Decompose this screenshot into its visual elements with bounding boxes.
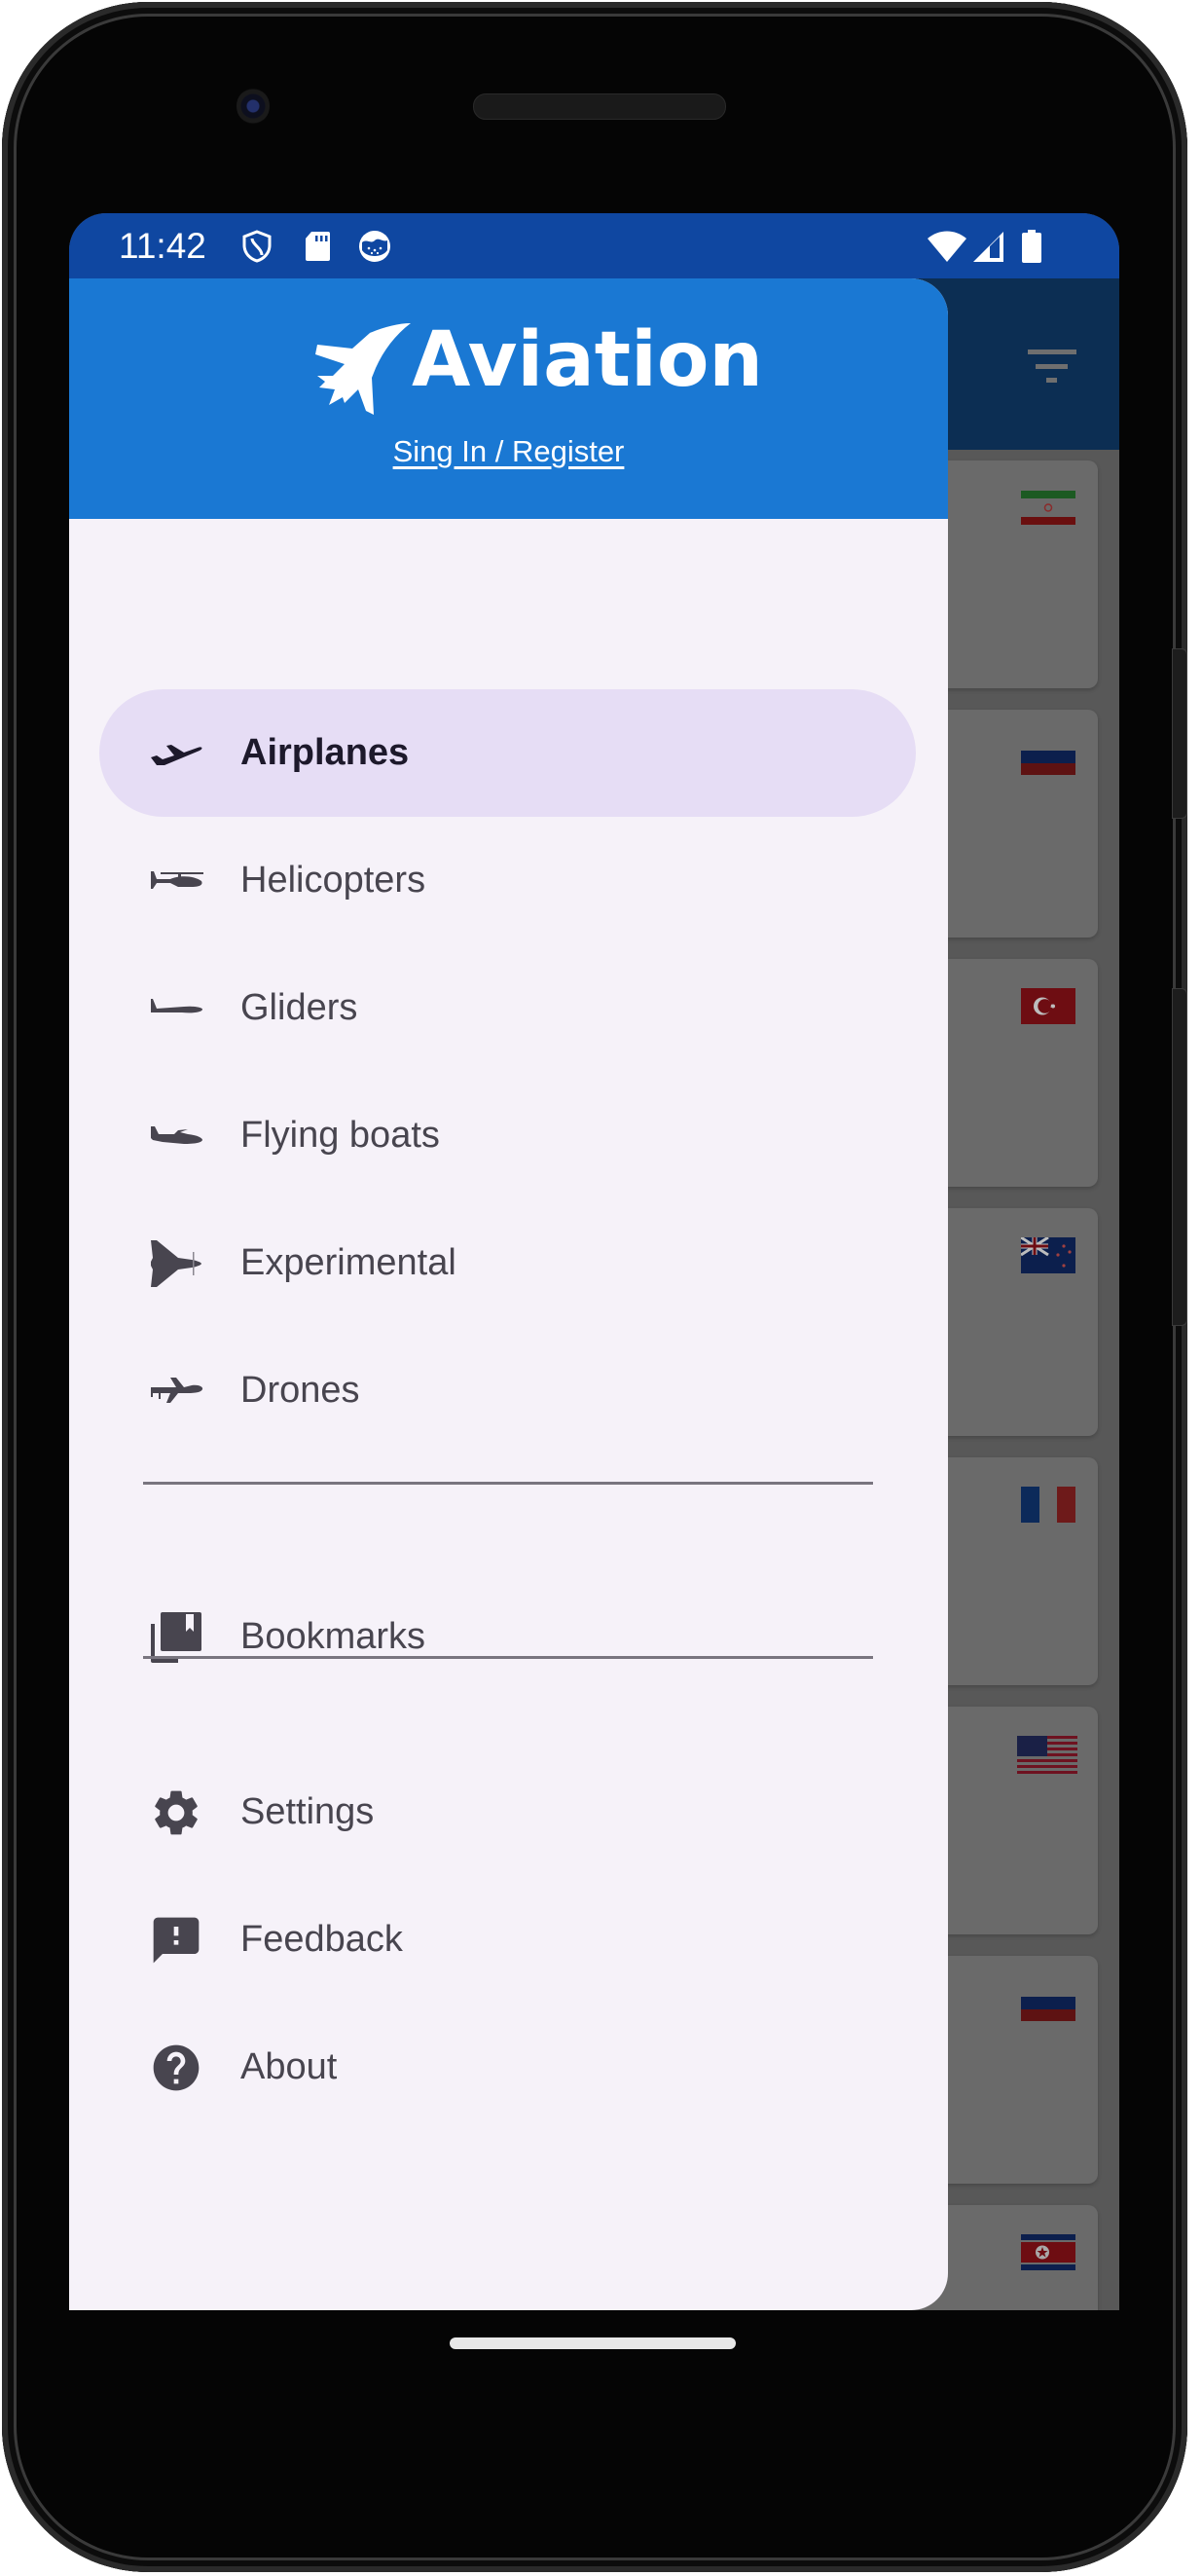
nav-item-label: About xyxy=(240,2046,338,2087)
nav-item-label: Airplanes xyxy=(240,732,410,773)
divider xyxy=(143,1482,873,1485)
nav-item-label: Feedback xyxy=(240,1919,403,1960)
nav-item-label: Flying boats xyxy=(240,1115,440,1156)
screen: 11:42 Aviation Sing In / Register Airpla… xyxy=(69,213,1119,2310)
status-time: 11:42 xyxy=(119,226,206,266)
nav-item-gliders[interactable]: Gliders xyxy=(99,944,916,1072)
nav-item-label: Helicopters xyxy=(240,860,426,901)
signin-register-link[interactable]: Sing In / Register xyxy=(69,434,948,469)
nav-item-experimental[interactable]: Experimental xyxy=(99,1199,916,1327)
globe-icon xyxy=(359,231,390,262)
home-gesture-bar[interactable] xyxy=(450,2337,736,2349)
country-flag-united-states xyxy=(1017,1736,1077,1775)
power-button xyxy=(1172,648,1187,819)
divider xyxy=(143,1656,873,1659)
nav-item-bookmarks[interactable]: Bookmarks xyxy=(99,1573,916,1701)
wifi-icon xyxy=(928,231,966,262)
helicopter-icon xyxy=(151,871,203,889)
cell-signal-icon xyxy=(973,232,1003,262)
country-flag-russia xyxy=(1021,1985,1075,2021)
gear-icon xyxy=(155,1790,198,1835)
experimental-jet-icon xyxy=(151,1240,201,1287)
navigation-drawer: Aviation Sing In / Register Airplanes He… xyxy=(69,278,948,2310)
nav-item-about[interactable]: About xyxy=(99,2004,916,2131)
drone-icon xyxy=(151,1378,203,1403)
app-title: Aviation xyxy=(412,316,763,404)
shield-icon xyxy=(242,230,272,263)
help-icon xyxy=(153,2044,200,2091)
nav-item-drones[interactable]: Drones xyxy=(99,1327,916,1454)
earpiece-speaker xyxy=(473,93,726,120)
nav-item-flying-boats[interactable]: Flying boats xyxy=(99,1072,916,1199)
country-flag-russia xyxy=(1021,739,1075,775)
filter-icon[interactable] xyxy=(1028,347,1078,386)
nav-item-helicopters[interactable]: Helicopters xyxy=(99,817,916,944)
airplane-icon xyxy=(151,745,202,765)
nav-item-settings[interactable]: Settings xyxy=(99,1748,916,1876)
sd-card-icon xyxy=(306,232,330,261)
status-bar: 11:42 xyxy=(69,213,1119,278)
country-flag-france xyxy=(1021,1487,1075,1523)
drawer-header: Aviation Sing In / Register xyxy=(69,278,948,519)
country-flag-iran xyxy=(1021,490,1075,526)
country-flag-new-zealand xyxy=(1021,1237,1075,1273)
nav-item-label: Gliders xyxy=(240,987,358,1028)
nav-item-label: Bookmarks xyxy=(240,1616,426,1657)
country-flag-north-korea xyxy=(1021,2234,1075,2270)
flying-boat-icon xyxy=(151,1126,202,1144)
nav-item-label: Experimental xyxy=(240,1242,456,1283)
nav-item-airplanes[interactable]: Airplanes xyxy=(99,689,916,817)
battery-icon xyxy=(1022,230,1041,263)
glider-icon xyxy=(151,999,203,1013)
volume-button xyxy=(1172,988,1187,1326)
feedback-icon xyxy=(153,1917,200,1964)
nav-item-feedback[interactable]: Feedback xyxy=(99,1876,916,2004)
nav-item-label: Drones xyxy=(240,1370,360,1411)
fighter-jet-icon xyxy=(315,323,411,415)
country-flag-turkey xyxy=(1021,988,1075,1024)
front-camera xyxy=(237,88,270,125)
nav-item-label: Settings xyxy=(240,1791,375,1832)
